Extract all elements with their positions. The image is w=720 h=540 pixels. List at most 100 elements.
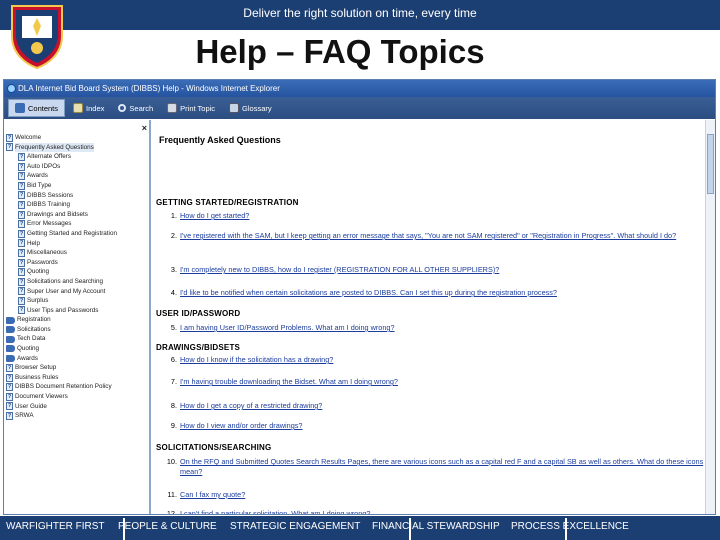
contents-tree-item[interactable]: ? DIBBS Document Retention Policy: [4, 382, 149, 392]
faq-question: 12. I can't find a particular solicitatio…: [164, 509, 704, 514]
contents-tree-item[interactable]: Registration: [4, 315, 149, 325]
faq-question-number: 9.: [170, 421, 177, 430]
footer-strategic-engagement: STRATEGIC ENGAGEMENT: [230, 521, 361, 532]
question-icon: ?: [6, 364, 13, 373]
question-icon: ?: [18, 287, 25, 296]
contents-tree-item[interactable]: ? SRWA: [4, 411, 149, 421]
footer-warfighter-first: WARFIGHTER FIRST: [6, 521, 105, 532]
contents-tab-button[interactable]: Contents: [8, 99, 66, 117]
contents-tree-item[interactable]: Quoting: [4, 344, 149, 354]
book-icon: [6, 345, 15, 353]
faq-question: 8. How do I get a copy of a restricted dr…: [164, 401, 704, 411]
faq-question-link[interactable]: I am having User ID/Password Problems. W…: [180, 323, 395, 333]
question-icon: ?: [18, 210, 25, 219]
contents-tree-item-label: Auto IDPOs: [27, 162, 61, 170]
scrollbar-thumb[interactable]: [707, 134, 714, 194]
contents-tree-item[interactable]: Tech Data: [4, 334, 149, 344]
contents-tree-item[interactable]: ? Welcome: [4, 133, 149, 143]
contents-tree-item[interactable]: ? DIBBS Sessions: [4, 191, 149, 201]
close-icon[interactable]: ×: [142, 123, 147, 133]
search-icon: [118, 104, 127, 112]
faq-question-link[interactable]: How do I know if the solicitation has a …: [180, 355, 333, 365]
contents-tree-item[interactable]: Solicitations: [4, 325, 149, 335]
window-titlebar[interactable]: DLA Internet Bid Board System (DIBBS) He…: [4, 80, 715, 97]
index-tab-button[interactable]: Index: [67, 99, 110, 117]
contents-tree-item-label: Frequently Asked Questions: [15, 142, 94, 153]
contents-tree-item[interactable]: ? Frequently Asked Questions: [4, 142, 149, 153]
contents-tree-item[interactable]: ? Document Viewers: [4, 392, 149, 402]
faq-question-link[interactable]: I can't find a particular solicitation. …: [180, 509, 370, 514]
faq-question-link[interactable]: I'm having trouble downloading the Bidse…: [180, 377, 398, 387]
contents-tree-item-label: Drawings and Bidsets: [27, 210, 88, 218]
contents-tree-item[interactable]: ? Surplus: [4, 296, 149, 306]
faq-question-number: 2.: [170, 231, 177, 240]
slide-title: Help – FAQ Topics: [195, 33, 485, 70]
contents-tree-item[interactable]: ? Browser Setup: [4, 363, 149, 373]
contents-tree-item[interactable]: ? Quoting: [4, 267, 149, 277]
book-icon: [15, 103, 25, 113]
faq-question-link[interactable]: Can I fax my quote?: [180, 490, 245, 500]
contents-tree-item[interactable]: ? Passwords: [4, 258, 149, 268]
question-icon: ?: [18, 277, 25, 286]
contents-tree-item[interactable]: ? DIBBS Training: [4, 200, 149, 210]
contents-tree-item[interactable]: ? Error Messages: [4, 219, 149, 229]
footer-financial-stewardship: FINANCIAL STEWARDSHIP: [372, 521, 500, 532]
faq-question: 9. How do I view and/or order drawings?: [164, 421, 704, 431]
question-icon: ?: [18, 152, 25, 161]
print-topic-button[interactable]: Print Topic: [161, 99, 221, 117]
faq-question-number: 5.: [170, 323, 177, 332]
contents-tree-item[interactable]: ? Miscellaneous: [4, 248, 149, 258]
question-icon: ?: [6, 412, 13, 421]
search-tab-button[interactable]: Search: [112, 99, 159, 117]
contents-pane: × ? Welcome? Frequently Asked Questions? Al…: [4, 120, 151, 514]
contents-tree-item-label: Quoting: [27, 268, 50, 276]
contents-tree-item[interactable]: ? Bid Type: [4, 181, 149, 191]
contents-tree-item-label: User Guide: [15, 402, 47, 410]
contents-tree-item-label: Alternate Offers: [27, 153, 71, 161]
contents-tree-item[interactable]: ? Help: [4, 239, 149, 249]
glossary-tab-button[interactable]: Glossary: [223, 99, 278, 117]
faq-question-link[interactable]: I'd like to be notified when certain sol…: [180, 288, 557, 298]
question-icon: ?: [18, 172, 25, 181]
contents-tree-item-label: Surplus: [27, 297, 49, 305]
question-icon: ?: [6, 402, 13, 411]
contents-tree-item-label: Registration: [17, 316, 51, 324]
print-topic-label: Print Topic: [180, 103, 216, 113]
contents-tree-item[interactable]: ? User Tips and Passwords: [4, 306, 149, 316]
faq-question-link[interactable]: How do I get a copy of a restricted draw…: [180, 401, 322, 411]
contents-tree-item[interactable]: ? Auto IDPOs: [4, 162, 149, 172]
contents-tree-item[interactable]: ? User Guide: [4, 402, 149, 412]
search-tab-label: Search: [129, 103, 154, 113]
faq-question-link[interactable]: How do I view and/or order drawings?: [180, 421, 303, 431]
slide-tagline: Deliver the right solution on time, ever…: [243, 6, 477, 20]
faq-question-link[interactable]: I'm completely new to DIBBS, how do I re…: [180, 265, 499, 275]
faq-question-number: 7.: [170, 377, 177, 386]
question-icon: ?: [6, 143, 13, 152]
faq-question-link[interactable]: I've registered with the SAM, but I keep…: [180, 231, 676, 241]
question-icon: ?: [6, 392, 13, 401]
contents-tree-item[interactable]: ? Business Rules: [4, 373, 149, 383]
faq-question-number: 3.: [170, 265, 177, 274]
contents-tree-item-label: Error Messages: [27, 220, 72, 228]
contents-tree-item[interactable]: Awards: [4, 354, 149, 364]
contents-tree-item[interactable]: ? Drawings and Bidsets: [4, 210, 149, 220]
contents-tree-item-label: Business Rules: [15, 373, 59, 381]
question-icon: ?: [18, 248, 25, 257]
faq-question-link[interactable]: How do I get started?: [180, 211, 249, 221]
contents-tree: ? Welcome? Frequently Asked Questions? Alte…: [4, 133, 149, 421]
contents-tree-item-label: Browser Setup: [15, 364, 57, 372]
contents-tree-item[interactable]: ? Getting Started and Registration: [4, 229, 149, 239]
contents-tree-item[interactable]: ? Awards: [4, 171, 149, 181]
contents-tree-item-label: Welcome: [15, 134, 42, 141]
faq-question: 1. How do I get started?: [164, 211, 704, 221]
faq-question: 3. I'm completely new to DIBBS, how do I …: [164, 265, 704, 275]
contents-tree-item[interactable]: ? Super User and My Account: [4, 287, 149, 297]
question-icon: ?: [18, 296, 25, 305]
question-icon: ?: [18, 200, 25, 209]
question-icon: ?: [18, 229, 25, 238]
contents-tree-item[interactable]: ? Solicitations and Searching: [4, 277, 149, 287]
content-scrollbar[interactable]: [705, 120, 715, 514]
faq-question-link[interactable]: On the RFQ and Submitted Quotes Search R…: [180, 457, 704, 477]
contents-tree-item[interactable]: ? Alternate Offers: [4, 152, 149, 162]
faq-page-heading: Frequently Asked Questions: [159, 135, 281, 145]
